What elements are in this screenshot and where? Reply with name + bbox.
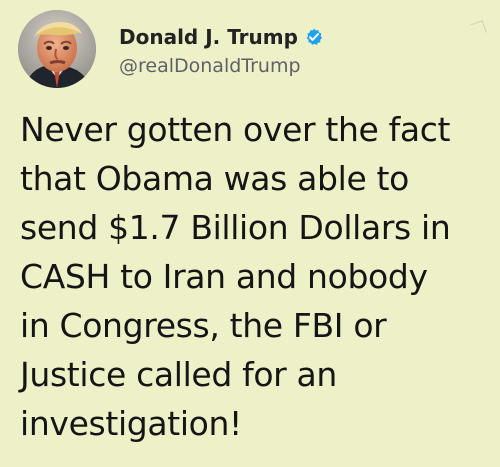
author-info: Donald J. Trump @realDonaldTrump — [119, 22, 469, 77]
tweet-text-line: send $1.7 Billion Dollars in — [20, 208, 451, 247]
portrait-avatar-icon — [18, 10, 96, 88]
tweet-text-line: in Congress, the FBI or — [20, 306, 387, 345]
verified-badge-icon — [306, 28, 323, 45]
tweet-text-line: that Obama was able to — [20, 159, 409, 198]
tweet-text-line: Justice called for an — [20, 355, 337, 394]
tweet-text-line: CASH to Iran and nobody — [20, 257, 428, 296]
tweet-text-line: investigation! — [20, 404, 242, 443]
user-handle[interactable]: @realDonaldTrump — [119, 55, 469, 77]
tweet-text: Never gotten over the fact that Obama wa… — [20, 105, 490, 448]
tweet-card: Donald J. Trump @realDonaldTrump Never g… — [0, 0, 500, 467]
tweet-text-line: Never gotten over the fact — [20, 110, 451, 149]
avatar[interactable] — [18, 10, 96, 88]
display-name[interactable]: Donald J. Trump — [119, 25, 298, 49]
tweet-header: Donald J. Trump @realDonaldTrump — [18, 10, 478, 90]
display-name-row: Donald J. Trump — [119, 22, 469, 52]
